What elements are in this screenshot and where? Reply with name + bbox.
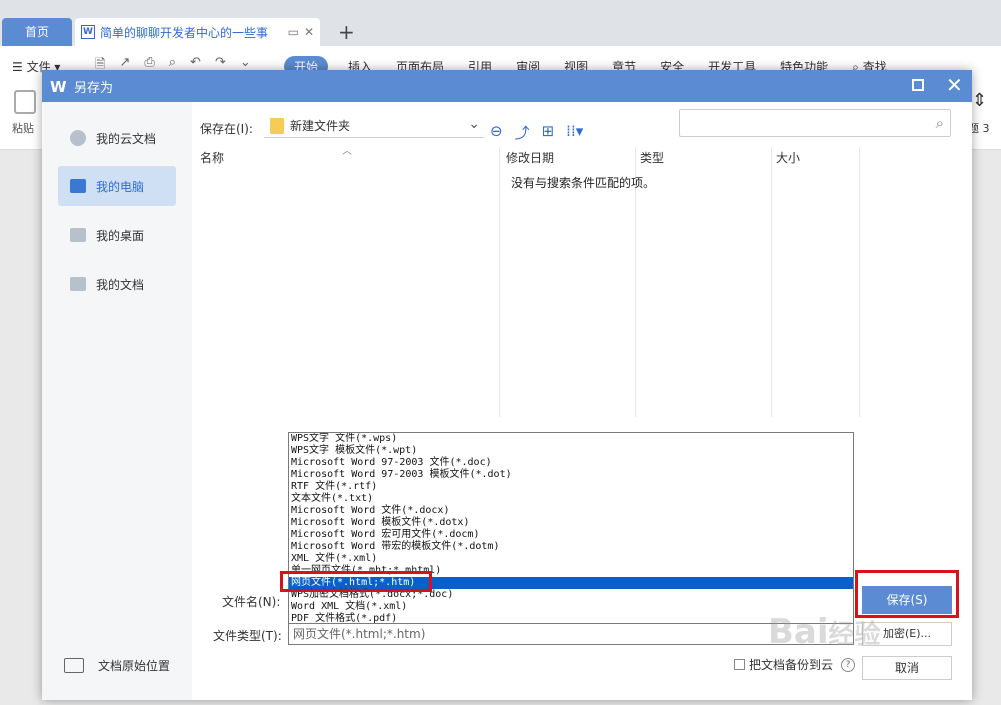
save-in-value: 新建文件夹 [290, 119, 351, 133]
column-divider [771, 147, 772, 417]
filetype-option[interactable]: WPS加密文档格式(*.docx;*.doc) [289, 589, 853, 601]
line-spacing-icon[interactable]: ⇕ [972, 90, 987, 111]
dialog-titlebar[interactable]: W 另存为 ✕ [42, 70, 972, 102]
sidebar-item-label: 我的云文档 [96, 131, 157, 146]
sidebar-item-label: 我的桌面 [96, 228, 145, 243]
column-modified[interactable]: 修改日期 [498, 147, 554, 173]
filetype-option[interactable]: Microsoft Word 宏可用文件(*.docm) [289, 529, 853, 541]
filetype-option[interactable]: Microsoft Word 带宏的模板文件(*.dotm) [289, 541, 853, 553]
sidebar-item-computer[interactable]: 我的电脑 [58, 166, 176, 206]
save-as-dialog: W 另存为 ✕ 我的云文档 我的电脑 我的桌面 我的文档 文档原始位置 保存在(… [42, 70, 972, 700]
chevron-down-icon[interactable]: ⌄ [468, 116, 480, 132]
tab-home[interactable]: 首页 [2, 18, 72, 46]
view-mode-icon[interactable]: ⁞⁞▾ [566, 122, 583, 143]
sidebar-item-label: 我的文档 [96, 277, 145, 292]
computer-icon [70, 179, 86, 193]
cancel-button[interactable]: 取消 [862, 656, 952, 680]
backup-label: 把文档备份到云 [749, 658, 834, 672]
cloud-icon [70, 130, 86, 146]
sidebar-item-label: 我的电脑 [96, 179, 145, 194]
new-folder-icon[interactable]: ⊞ [542, 122, 555, 143]
maximize-icon[interactable] [912, 79, 924, 91]
close-tab-icon[interactable]: ✕ [304, 25, 314, 39]
tab-bar: 首页 W 简单的聊聊开发者中心的一些事 ▭ ✕ + [0, 0, 1001, 46]
desktop-icon [70, 228, 86, 242]
tab-document[interactable]: W 简单的聊聊开发者中心的一些事 ▭ ✕ [75, 18, 320, 46]
filetype-option[interactable]: RTF 文件(*.rtf) [289, 481, 853, 493]
filetype-option[interactable]: WPS文字 文件(*.wps) [289, 433, 853, 445]
search-box[interactable]: ⌕ [679, 109, 951, 137]
wps-logo-icon: W [50, 78, 67, 96]
filetype-label: 文件类型(T): [213, 629, 282, 643]
new-tab-button[interactable]: + [338, 20, 355, 44]
dialog-sidebar: 我的云文档 我的电脑 我的桌面 我的文档 文档原始位置 [42, 102, 192, 700]
empty-message: 没有与搜索条件匹配的项。 [511, 176, 656, 190]
filename-label: 文件名(N): [222, 595, 281, 609]
sort-indicator-icon: ︿ [342, 146, 352, 157]
tab-document-title: 简单的聊聊开发者中心的一些事 [100, 25, 269, 40]
close-icon[interactable]: ✕ [946, 73, 963, 97]
filetype-option[interactable]: Microsoft Word 模板文件(*.dotx) [289, 517, 853, 529]
sidebar-item-original-location[interactable]: 文档原始位置 [64, 657, 170, 674]
save-button[interactable]: 保存(S) [862, 586, 952, 614]
help-icon[interactable]: ? [841, 657, 856, 672]
word-doc-icon: W [81, 25, 95, 39]
watermark-logo: Bai经验 [768, 612, 881, 652]
sidebar-item-desktop[interactable]: 我的桌面 [58, 215, 176, 255]
filetype-option[interactable]: WPS文字 模板文件(*.wpt) [289, 445, 853, 457]
filetype-option[interactable]: Microsoft Word 文件(*.docx) [289, 505, 853, 517]
sidebar-bottom-label: 文档原始位置 [98, 659, 171, 673]
filetype-option-selected[interactable]: 网页文件(*.html;*.htm) [289, 577, 853, 589]
up-folder-icon[interactable]: ⤴ [515, 122, 530, 143]
paste-icon[interactable] [14, 90, 36, 114]
sidebar-item-cloud[interactable]: 我的云文档 [58, 118, 176, 158]
nav-toolbar: ⊖ ⤴ ⊞ ⁞⁞▾ [490, 122, 583, 143]
search-icon[interactable]: ⌕ [936, 114, 944, 132]
dialog-title: 另存为 [74, 81, 114, 96]
save-in-combo[interactable]: 新建文件夹 ⌄ [264, 114, 484, 138]
column-type[interactable]: 类型 [632, 147, 664, 173]
backup-to-cloud[interactable]: 把文档备份到云 ? [734, 656, 856, 673]
pin-icon[interactable]: ▭ [288, 25, 299, 39]
column-size[interactable]: 大小 [768, 147, 800, 173]
back-icon[interactable]: ⊖ [490, 122, 503, 143]
column-divider [499, 147, 500, 417]
folder-outline-icon [64, 658, 84, 673]
yellow-folder-icon [270, 117, 284, 134]
filetype-option[interactable]: XML 文件(*.xml) [289, 553, 853, 565]
filetype-dropdown: WPS文字 文件(*.wps) WPS文字 模板文件(*.wpt) Micros… [288, 432, 854, 624]
folder-icon [70, 277, 86, 291]
filetype-option[interactable]: Microsoft Word 97-2003 文件(*.doc) [289, 457, 853, 469]
filetype-option[interactable]: 文本文件(*.txt) [289, 493, 853, 505]
filetype-option[interactable]: Microsoft Word 97-2003 模板文件(*.dot) [289, 469, 853, 481]
save-in-label: 保存在(I): [200, 122, 253, 136]
column-name[interactable]: 名称 [192, 147, 224, 173]
sidebar-item-documents[interactable]: 我的文档 [58, 264, 176, 304]
filetype-option[interactable]: 单一网页文件(*.mht;*.mhtml) [289, 565, 853, 577]
column-divider [859, 147, 860, 417]
paste-label: 粘贴 [12, 122, 34, 135]
backup-checkbox[interactable] [734, 659, 745, 670]
file-list-header: 名称 修改日期 类型 大小 [192, 147, 972, 173]
search-input[interactable] [680, 110, 920, 136]
